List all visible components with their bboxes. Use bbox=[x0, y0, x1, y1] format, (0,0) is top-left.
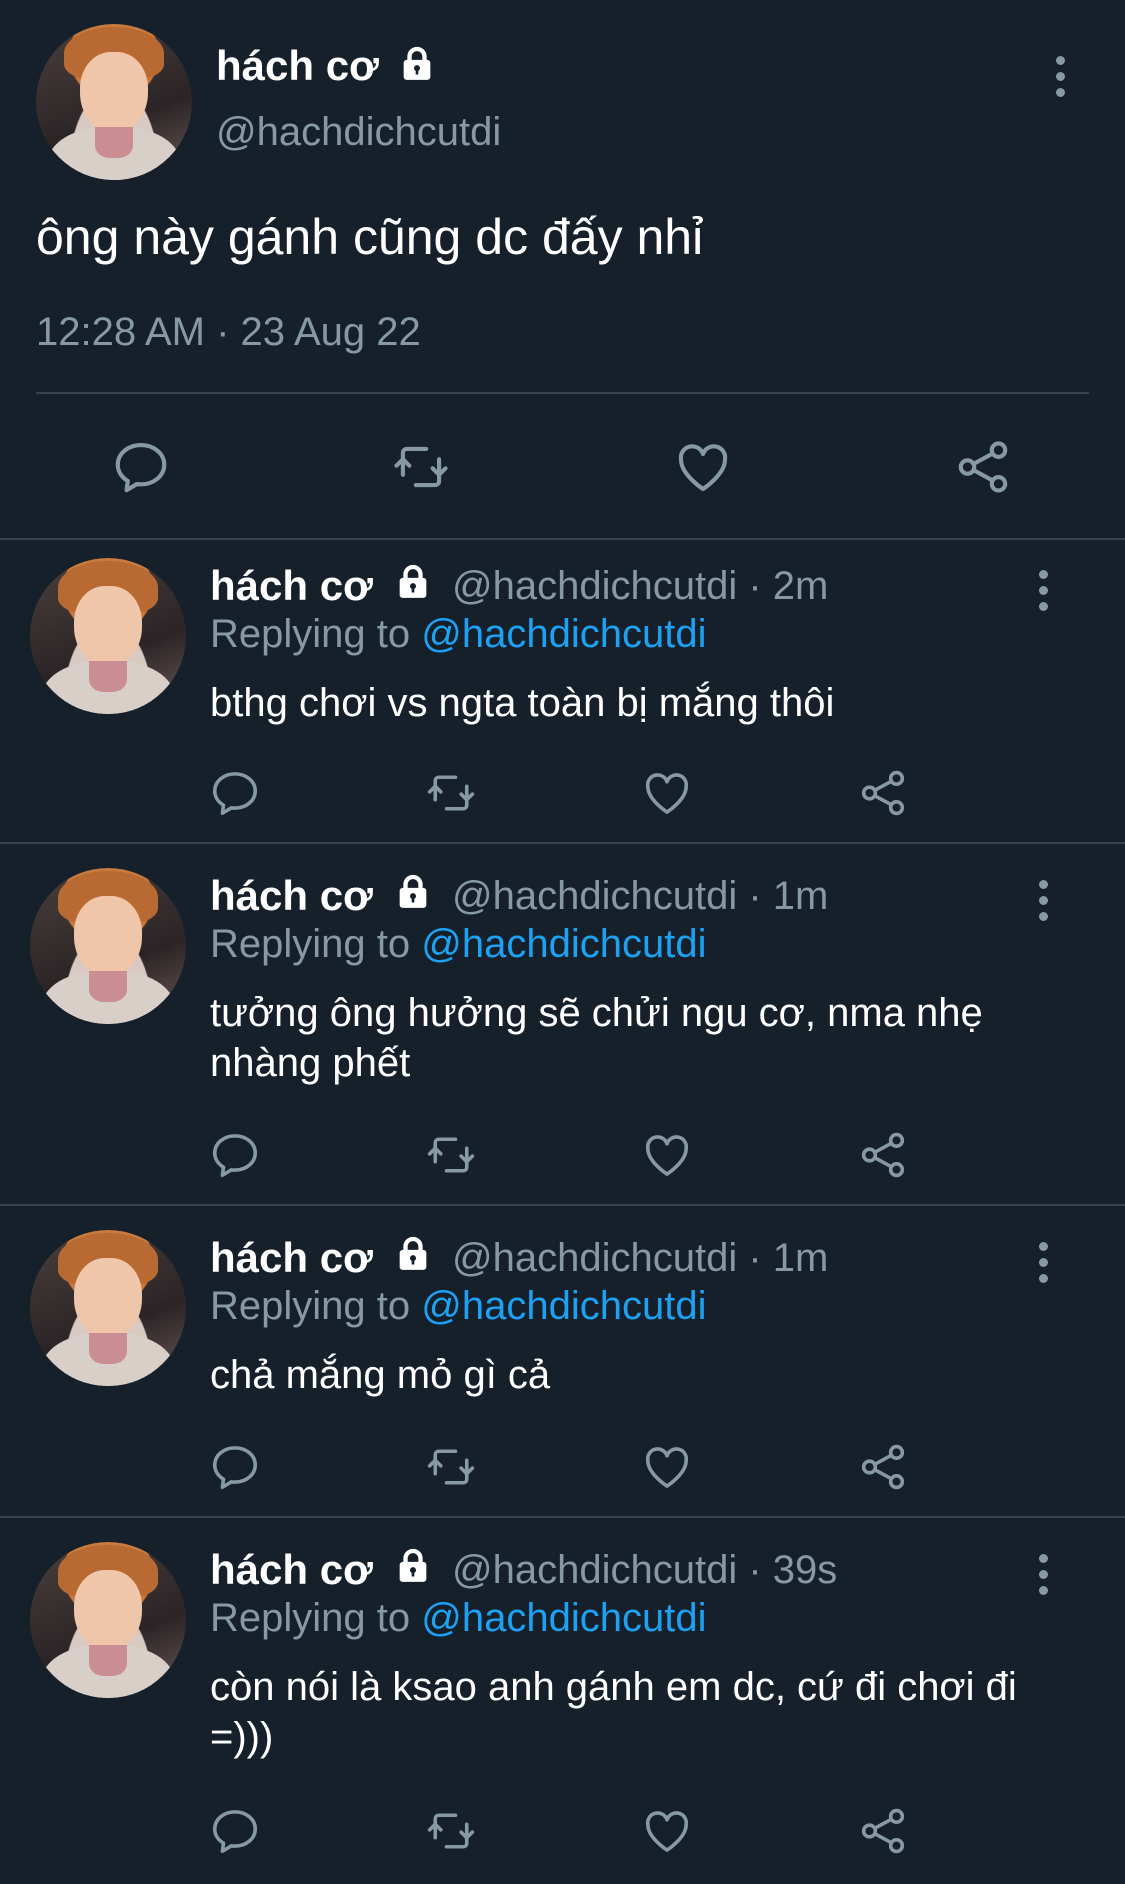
reply-tweet[interactable]: hách cơ @hachdichcutdi · 1m Replying to … bbox=[0, 850, 1125, 1202]
avatar[interactable] bbox=[30, 868, 186, 1024]
user-handle-time[interactable]: @hachdichcutdi · 2m bbox=[452, 564, 828, 609]
tweet-text: ông này gánh cũng dc đấy nhỉ bbox=[36, 209, 704, 265]
lock-icon bbox=[396, 44, 438, 84]
replying-label: Replying to bbox=[210, 612, 422, 656]
tweet-text: chả mắng mỏ gì cả bbox=[210, 1353, 551, 1397]
main-tweet: hách cơ @hachdichcutdi ông này gánh cũng… bbox=[0, 0, 1125, 538]
user-handle[interactable]: @hachdichcutdi bbox=[216, 110, 501, 155]
share-icon[interactable] bbox=[856, 1440, 910, 1494]
divider bbox=[0, 842, 1125, 844]
mention-link[interactable]: @hachdichcutdi bbox=[421, 922, 706, 966]
display-name[interactable]: hách cơ bbox=[210, 1234, 373, 1282]
divider bbox=[36, 392, 1089, 394]
more-options-icon[interactable] bbox=[1053, 56, 1067, 98]
lock-icon bbox=[392, 562, 434, 602]
tweet-text: bthg chơi vs ngta toàn bị mắng thôi bbox=[210, 681, 835, 725]
user-handle-time[interactable]: @hachdichcutdi · 1m bbox=[452, 874, 828, 919]
lock-icon bbox=[392, 1234, 434, 1274]
replying-to: Replying to @hachdichcutdi bbox=[210, 1284, 706, 1329]
reply-icon[interactable] bbox=[208, 766, 262, 820]
like-icon[interactable] bbox=[672, 436, 734, 498]
display-name[interactable]: hách cơ bbox=[210, 1546, 373, 1594]
share-icon[interactable] bbox=[856, 1128, 910, 1182]
like-icon[interactable] bbox=[640, 1128, 694, 1182]
retweet-icon[interactable] bbox=[390, 436, 452, 498]
replying-to: Replying to @hachdichcutdi bbox=[210, 922, 706, 967]
lock-icon bbox=[392, 872, 434, 912]
user-handle-time[interactable]: @hachdichcutdi · 39s bbox=[452, 1548, 837, 1593]
like-icon[interactable] bbox=[640, 1804, 694, 1858]
lock-icon bbox=[392, 1546, 434, 1586]
avatar[interactable] bbox=[36, 24, 192, 180]
tweet-text: tưởng ông hưởng sẽ chửi ngu cơ, nma nhẹ … bbox=[210, 991, 983, 1085]
replying-to: Replying to @hachdichcutdi bbox=[210, 1596, 706, 1641]
retweet-icon[interactable] bbox=[424, 1128, 478, 1182]
divider bbox=[0, 1516, 1125, 1518]
mention-link[interactable]: @hachdichcutdi bbox=[421, 612, 706, 656]
display-name[interactable]: hách cơ bbox=[210, 562, 373, 610]
reply-icon[interactable] bbox=[208, 1128, 262, 1182]
retweet-icon[interactable] bbox=[424, 1804, 478, 1858]
more-options-icon[interactable] bbox=[1036, 1242, 1050, 1284]
reply-tweet[interactable]: hách cơ @hachdichcutdi · 1m Replying to … bbox=[0, 1212, 1125, 1512]
retweet-icon[interactable] bbox=[424, 766, 478, 820]
user-handle-time[interactable]: @hachdichcutdi · 1m bbox=[452, 1236, 828, 1281]
replying-label: Replying to bbox=[210, 1284, 422, 1328]
more-options-icon[interactable] bbox=[1036, 1554, 1050, 1596]
like-icon[interactable] bbox=[640, 1440, 694, 1494]
display-name[interactable]: hách cơ bbox=[210, 872, 373, 920]
mention-link[interactable]: @hachdichcutdi bbox=[421, 1596, 706, 1640]
replying-to: Replying to @hachdichcutdi bbox=[210, 612, 706, 657]
retweet-icon[interactable] bbox=[424, 1440, 478, 1494]
replying-label: Replying to bbox=[210, 1596, 422, 1640]
share-icon[interactable] bbox=[856, 1804, 910, 1858]
avatar[interactable] bbox=[30, 1542, 186, 1698]
tweet-timestamp[interactable]: 12:28 AM · 23 Aug 22 bbox=[36, 310, 421, 355]
more-options-icon[interactable] bbox=[1036, 570, 1050, 612]
tweet-text: còn nói là ksao anh gánh em dc, cứ đi ch… bbox=[210, 1665, 1017, 1759]
share-icon[interactable] bbox=[856, 766, 910, 820]
reply-icon[interactable] bbox=[110, 436, 172, 498]
divider bbox=[0, 1204, 1125, 1206]
display-name[interactable]: hách cơ bbox=[216, 42, 379, 90]
share-icon[interactable] bbox=[952, 436, 1014, 498]
reply-icon[interactable] bbox=[208, 1804, 262, 1858]
reply-tweet[interactable]: hách cơ @hachdichcutdi · 2m Replying to … bbox=[0, 540, 1125, 842]
like-icon[interactable] bbox=[640, 766, 694, 820]
more-options-icon[interactable] bbox=[1036, 880, 1050, 922]
avatar[interactable] bbox=[30, 558, 186, 714]
avatar[interactable] bbox=[30, 1230, 186, 1386]
replying-label: Replying to bbox=[210, 922, 422, 966]
reply-icon[interactable] bbox=[208, 1440, 262, 1494]
reply-tweet[interactable]: hách cơ @hachdichcutdi · 39s Replying to… bbox=[0, 1524, 1125, 1882]
mention-link[interactable]: @hachdichcutdi bbox=[421, 1284, 706, 1328]
